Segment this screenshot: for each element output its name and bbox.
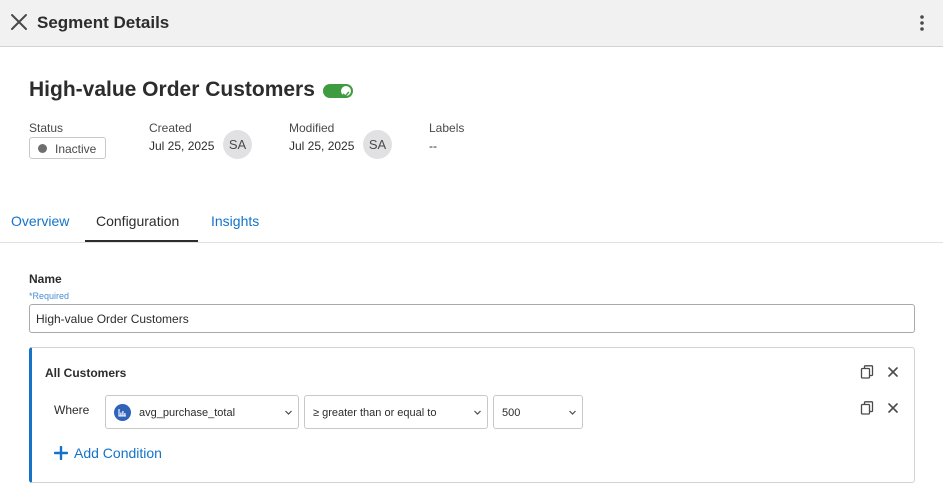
tab-configuration[interactable]: Configuration [96,213,179,229]
remove-group-icon[interactable] [886,365,900,379]
segment-enabled-toggle[interactable] [323,84,353,98]
panel-title: Segment Details [37,13,170,32]
operator-value: ≥ greater than or equal to [313,407,437,419]
bar-chart-icon [114,404,131,421]
where-label: Where [54,403,90,417]
tab-overview[interactable]: Overview [11,213,69,229]
vertical-ellipsis-icon[interactable] [913,13,931,33]
name-label: Name [29,272,62,286]
status-dot-icon [38,144,47,153]
chevron-down-icon [474,410,481,415]
plus-icon [54,446,68,460]
required-hint: *Required [29,291,70,301]
modified-by-avatar: SA [363,130,392,159]
rule-group-title: All Customers [45,366,127,380]
status-badge: Inactive [29,137,106,159]
modified-label: Modified [289,121,335,135]
status-label: Status [29,121,64,135]
created-label: Created [149,121,192,135]
created-by-avatar: SA [223,130,252,159]
segment-name-input[interactable] [29,304,915,333]
close-icon[interactable] [8,11,30,33]
chevron-down-icon [569,410,576,415]
copy-group-icon[interactable] [860,365,874,379]
segment-title: High-value Order Customers [29,78,315,101]
attribute-select[interactable]: avg_purchase_total [105,395,299,429]
add-condition-label: Add Condition [74,445,162,461]
tabs-divider [0,242,943,243]
labels-value: -- [429,139,437,153]
operator-select[interactable]: ≥ greater than or equal to [304,395,488,429]
value-select[interactable]: 500 [493,395,583,429]
attribute-value: avg_purchase_total [139,407,236,419]
tab-insights[interactable]: Insights [211,213,259,229]
check-icon [342,91,350,97]
toggle-knob [341,86,351,97]
status-value: Inactive [55,142,97,156]
modified-date: Jul 25, 2025 [289,139,355,153]
rule-group-card: All Customers Where avg_purchase_total ≥… [29,347,915,483]
chevron-down-icon [285,410,292,415]
labels-label: Labels [429,121,465,135]
created-date: Jul 25, 2025 [149,139,215,153]
remove-condition-icon[interactable] [886,401,900,415]
copy-condition-icon[interactable] [860,401,874,415]
top-bar: Segment Details [0,0,943,47]
condition-value: 500 [502,407,521,419]
